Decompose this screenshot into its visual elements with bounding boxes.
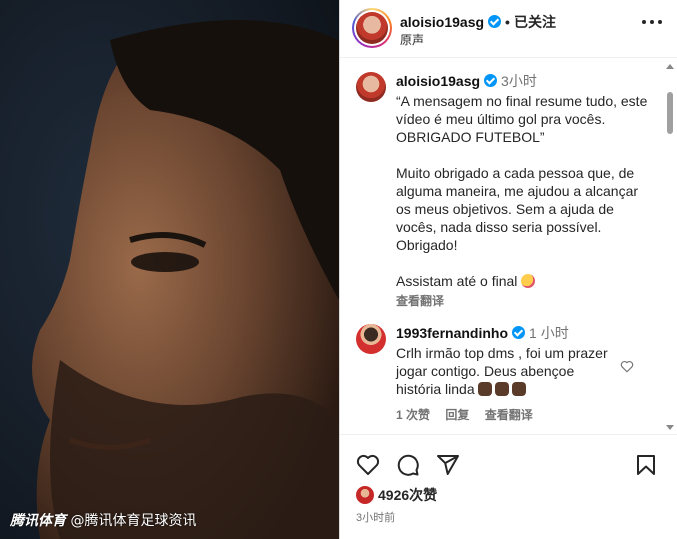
caption-paragraph-3: Assistam até o final — [396, 272, 656, 290]
watermark-brand: 腾讯体育 — [10, 513, 66, 529]
post-media[interactable]: 腾讯体育 @腾讯体育足球资讯 — [0, 0, 339, 539]
scroll-thumb[interactable] — [667, 92, 673, 134]
caption: aloisio19asg 3小时 “A mensagem no final res… — [356, 72, 656, 310]
post-panel: aloisio19asg • 已关注 原声 aloisio19asg 3小时 “A m… — [339, 0, 677, 539]
see-translation-link[interactable]: 查看翻译 — [396, 292, 656, 310]
action-bar: 4926次赞 3小时前 — [340, 434, 677, 539]
like-heart-icon[interactable] — [356, 453, 380, 477]
caption-time: 3小时 — [501, 73, 537, 89]
save-bookmark-icon[interactable] — [634, 453, 658, 477]
following-button[interactable]: 已关注 — [514, 14, 556, 30]
comments-area[interactable]: aloisio19asg 3小时 “A mensagem no final res… — [340, 58, 677, 434]
love-emoji-icon — [521, 274, 536, 288]
verified-icon — [512, 326, 526, 339]
caption-avatar[interactable] — [356, 72, 386, 102]
watermark: 腾讯体育 @腾讯体育足球资讯 — [10, 510, 196, 530]
comment-translate-link[interactable]: 查看翻译 — [485, 408, 533, 422]
verified-icon — [484, 74, 498, 87]
comments-scrollbar[interactable] — [665, 62, 675, 432]
comment-item: 1993fernandinho 1 小时 Crlh irmão top dms ,… — [356, 324, 656, 424]
commenter-avatar[interactable] — [356, 324, 386, 354]
watermark-handle: @腾讯体育足球资讯 — [70, 513, 197, 529]
comment-text-row: Crlh irmão top dms , foi um prazer jogar… — [396, 344, 616, 398]
comment-likes[interactable]: 1 次赞 — [396, 408, 430, 422]
caption-paragraph-1: “A mensagem no final resume tudo, este v… — [396, 93, 652, 145]
story-avatar[interactable] — [352, 8, 392, 48]
comment-like-heart-icon[interactable] — [620, 360, 634, 373]
comment-time: 1 小时 — [529, 325, 569, 341]
commenter-username[interactable]: 1993fernandinho — [396, 325, 508, 341]
caption-username[interactable]: aloisio19asg — [396, 73, 480, 89]
header-username[interactable]: aloisio19asg — [400, 14, 484, 30]
video-frame — [0, 0, 339, 539]
verified-icon — [488, 15, 502, 28]
comment-bubble-icon[interactable] — [396, 453, 420, 477]
caption-paragraph-3-text: Assistam até o final — [396, 273, 518, 289]
post-timestamp[interactable]: 3小时前 — [356, 509, 395, 525]
post-header: aloisio19asg • 已关注 原声 — [340, 0, 677, 58]
audio-label[interactable]: 原声 — [400, 31, 424, 48]
clap-emoji-icon — [494, 382, 509, 396]
clap-emoji-icon — [477, 382, 492, 396]
scroll-up-arrow-icon[interactable] — [666, 64, 674, 69]
more-options-icon[interactable] — [642, 20, 662, 26]
comment-meta: 1 次赞 回复 查看翻译 — [396, 406, 616, 424]
clap-emoji-icon — [511, 382, 526, 396]
scroll-down-arrow-icon[interactable] — [666, 425, 674, 430]
liker-avatar — [356, 486, 374, 504]
header-user-row: aloisio19asg • 已关注 — [400, 12, 556, 32]
share-send-icon[interactable] — [436, 453, 460, 477]
separator-dot: • — [505, 14, 510, 30]
likes-count-text: 4926次赞 — [378, 487, 438, 503]
likes-count[interactable]: 4926次赞 — [356, 485, 437, 505]
caption-paragraph-2: Muito obrigado a cada pessoa que, de alg… — [396, 165, 642, 253]
reply-button[interactable]: 回复 — [445, 408, 469, 422]
